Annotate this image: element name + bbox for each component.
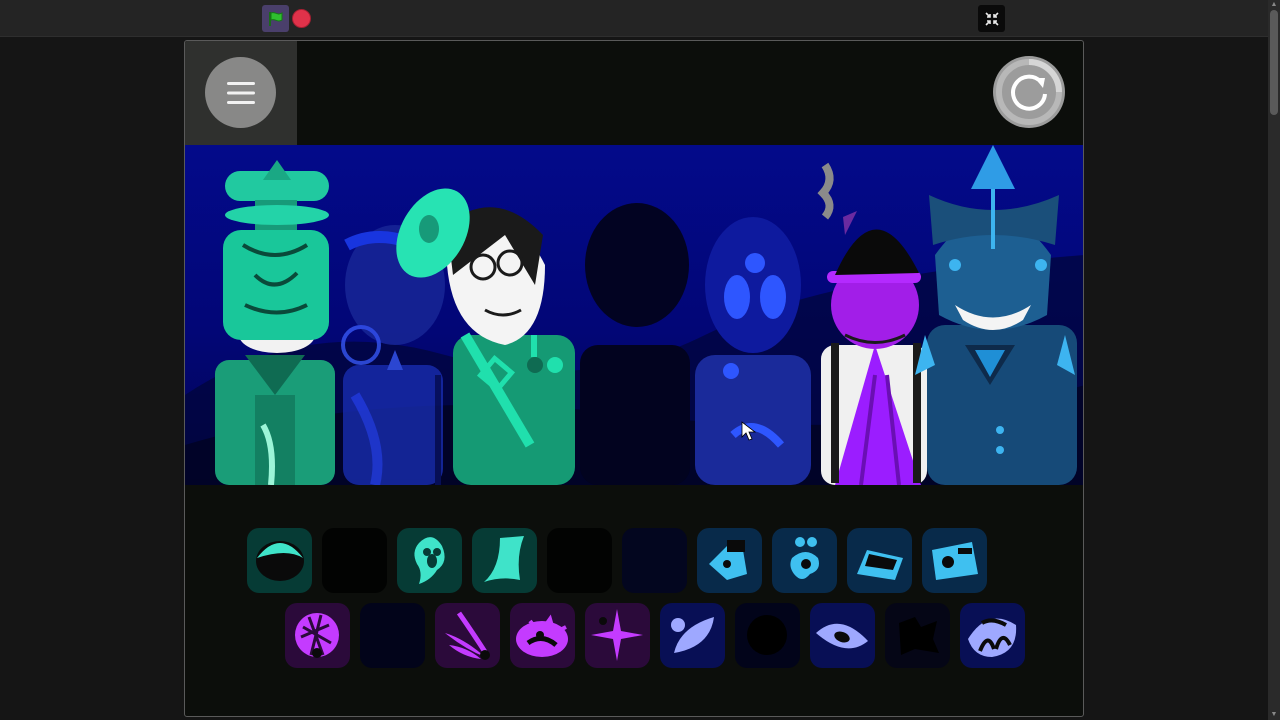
sound-slot-indigo-leaf[interactable] [660,603,725,668]
stop-button[interactable] [292,9,311,28]
page-scrollbar[interactable]: ▲ ▼ [1268,0,1280,720]
blue-tag-icon [709,540,747,580]
sound-slot-purple-claw[interactable] [435,603,500,668]
green-flag-button[interactable] [262,5,289,32]
hamburger-menu-icon [226,81,255,104]
sound-row-bottom [285,603,1035,668]
menu-panel [185,41,297,145]
sound-row-top [247,528,997,593]
sound-slot-purple-spark[interactable] [585,603,650,668]
sound-slot-empty[interactable] [885,603,950,668]
teal-orb-icon [256,541,304,581]
sound-slot-blue-wedge[interactable] [847,528,912,593]
scroll-down-arrow-icon[interactable]: ▼ [1270,711,1278,719]
character-scene [185,145,1083,485]
indigo-eye-icon [816,623,868,649]
sound-slot-empty[interactable] [622,528,687,593]
sound-slot-teal-tail[interactable] [472,528,537,593]
shrink-stage-button[interactable] [978,5,1005,32]
menu-button[interactable] [205,57,276,128]
scroll-up-arrow-icon[interactable]: ▲ [1270,1,1278,9]
reset-icon [996,59,1062,125]
editor-toolbar [0,0,1268,37]
green-flag-icon [268,11,282,26]
scroll-thumb[interactable] [1270,10,1278,115]
sound-slot-empty[interactable] [322,528,387,593]
sound-slot-teal-ghost[interactable] [397,528,462,593]
sound-slot-empty[interactable] [547,528,612,593]
character-teal-helmet[interactable] [215,160,335,485]
blue-wedge-icon [857,550,903,580]
purple-claw-icon [445,611,490,660]
indigo-leaf-icon [671,617,714,653]
sound-slot-purple-net[interactable] [285,603,350,668]
character-shadow[interactable] [580,203,690,485]
sound-slot-empty[interactable] [735,603,800,668]
character-purple-hat-smoke[interactable] [817,162,927,485]
sound-slot-purple-burst[interactable] [510,603,575,668]
sound-slot-indigo-eye[interactable] [810,603,875,668]
sound-slot-blue-box[interactable] [922,528,987,593]
shadow-splat-icon [899,617,939,655]
purple-net-icon [295,613,339,658]
teal-tail-icon [484,536,524,582]
purple-spark-icon [591,609,643,661]
shadow-blob-icon [747,615,787,655]
indigo-face-icon [968,618,1017,657]
purple-burst-icon [516,614,568,657]
blue-box-icon [932,542,978,580]
sound-slot-blue-drops[interactable] [772,528,837,593]
sound-slot-empty[interactable] [360,603,425,668]
blue-drops-icon [790,537,819,579]
game-stage [184,40,1084,717]
sound-slot-teal-orb[interactable] [247,528,312,593]
reset-button[interactable] [993,56,1065,128]
sound-slot-blue-tag[interactable] [697,528,762,593]
shrink-stage-icon [984,11,999,26]
sound-slot-indigo-face[interactable] [960,603,1025,668]
teal-ghost-icon [414,537,445,584]
